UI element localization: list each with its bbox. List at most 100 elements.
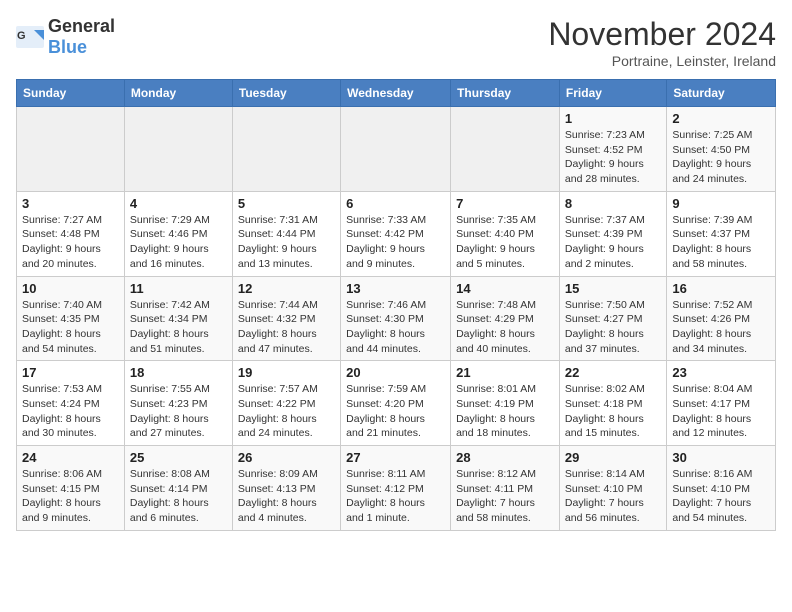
day-info: Sunrise: 7:25 AM Sunset: 4:50 PM Dayligh… (672, 128, 770, 187)
day-info: Sunrise: 7:40 AM Sunset: 4:35 PM Dayligh… (22, 298, 119, 357)
calendar-cell: 5 Sunrise: 7:31 AM Sunset: 4:44 PM Daylig… (232, 191, 340, 276)
weekday-header-saturday: Saturday (667, 80, 776, 107)
day-number: 18 (130, 365, 227, 380)
calendar-cell (124, 107, 232, 192)
day-info: Sunrise: 8:14 AM Sunset: 4:10 PM Dayligh… (565, 467, 661, 526)
day-info: Sunrise: 7:33 AM Sunset: 4:42 PM Dayligh… (346, 213, 445, 272)
day-number: 25 (130, 450, 227, 465)
calendar-cell: 2 Sunrise: 7:25 AM Sunset: 4:50 PM Daylig… (667, 107, 776, 192)
weekday-header-sunday: Sunday (17, 80, 125, 107)
logo-wordmark: General Blue (48, 16, 115, 58)
day-number: 15 (565, 281, 661, 296)
day-number: 4 (130, 196, 227, 211)
day-number: 9 (672, 196, 770, 211)
day-number: 16 (672, 281, 770, 296)
calendar-cell: 4 Sunrise: 7:29 AM Sunset: 4:46 PM Daylig… (124, 191, 232, 276)
calendar-cell: 21 Sunrise: 8:01 AM Sunset: 4:19 PM Dayli… (451, 361, 560, 446)
calendar-cell: 1 Sunrise: 7:23 AM Sunset: 4:52 PM Daylig… (559, 107, 666, 192)
calendar-cell: 3Sunrise: 7:27 AM Sunset: 4:48 PM Daylig… (17, 191, 125, 276)
day-number: 14 (456, 281, 554, 296)
calendar-cell: 16 Sunrise: 7:52 AM Sunset: 4:26 PM Dayli… (667, 276, 776, 361)
day-info: Sunrise: 8:04 AM Sunset: 4:17 PM Dayligh… (672, 382, 770, 441)
calendar-cell: 11 Sunrise: 7:42 AM Sunset: 4:34 PM Dayli… (124, 276, 232, 361)
day-info: Sunrise: 7:35 AM Sunset: 4:40 PM Dayligh… (456, 213, 554, 272)
day-number: 26 (238, 450, 335, 465)
calendar-cell: 6 Sunrise: 7:33 AM Sunset: 4:42 PM Daylig… (341, 191, 451, 276)
day-info: Sunrise: 8:16 AM Sunset: 4:10 PM Dayligh… (672, 467, 770, 526)
day-info: Sunrise: 7:37 AM Sunset: 4:39 PM Dayligh… (565, 213, 661, 272)
calendar-cell: 20Sunrise: 7:59 AM Sunset: 4:20 PM Dayli… (341, 361, 451, 446)
day-number: 17 (22, 365, 119, 380)
week-row-1: 1 Sunrise: 7:23 AM Sunset: 4:52 PM Daylig… (17, 107, 776, 192)
day-number: 7 (456, 196, 554, 211)
day-number: 22 (565, 365, 661, 380)
day-number: 11 (130, 281, 227, 296)
day-info: Sunrise: 7:44 AM Sunset: 4:32 PM Dayligh… (238, 298, 335, 357)
weekday-header-monday: Monday (124, 80, 232, 107)
week-row-4: 17 Sunrise: 7:53 AM Sunset: 4:24 PM Dayli… (17, 361, 776, 446)
day-info: Sunrise: 7:55 AM Sunset: 4:23 PM Dayligh… (130, 382, 227, 441)
calendar-cell: 15 Sunrise: 7:50 AM Sunset: 4:27 PM Dayli… (559, 276, 666, 361)
calendar-cell: 22 Sunrise: 8:02 AM Sunset: 4:18 PM Dayli… (559, 361, 666, 446)
calendar-cell: 28 Sunrise: 8:12 AM Sunset: 4:11 PM Dayli… (451, 446, 560, 531)
day-info: Sunrise: 7:29 AM Sunset: 4:46 PM Dayligh… (130, 213, 227, 272)
calendar-cell: 19 Sunrise: 7:57 AM Sunset: 4:22 PM Dayli… (232, 361, 340, 446)
weekday-header-thursday: Thursday (451, 80, 560, 107)
day-info: Sunrise: 7:52 AM Sunset: 4:26 PM Dayligh… (672, 298, 770, 357)
day-number: 28 (456, 450, 554, 465)
day-info: Sunrise: 7:42 AM Sunset: 4:34 PM Dayligh… (130, 298, 227, 357)
day-number: 20 (346, 365, 445, 380)
calendar-cell: 17 Sunrise: 7:53 AM Sunset: 4:24 PM Dayli… (17, 361, 125, 446)
day-info: Sunrise: 7:46 AM Sunset: 4:30 PM Dayligh… (346, 298, 445, 357)
calendar-cell: 26 Sunrise: 8:09 AM Sunset: 4:13 PM Dayli… (232, 446, 340, 531)
calendar-cell: 14Sunrise: 7:48 AM Sunset: 4:29 PM Dayli… (451, 276, 560, 361)
day-number: 23 (672, 365, 770, 380)
day-number: 10 (22, 281, 119, 296)
day-number: 12 (238, 281, 335, 296)
title-area: November 2024 Portraine, Leinster, Irela… (548, 16, 776, 69)
day-info: Sunrise: 8:09 AM Sunset: 4:13 PM Dayligh… (238, 467, 335, 526)
day-info: Sunrise: 8:11 AM Sunset: 4:12 PM Dayligh… (346, 467, 445, 526)
day-number: 21 (456, 365, 554, 380)
day-info: Sunrise: 7:53 AM Sunset: 4:24 PM Dayligh… (22, 382, 119, 441)
day-number: 2 (672, 111, 770, 126)
weekday-header-row: SundayMondayTuesdayWednesdayThursdayFrid… (17, 80, 776, 107)
location-subtitle: Portraine, Leinster, Ireland (548, 53, 776, 69)
calendar-cell: 23 Sunrise: 8:04 AM Sunset: 4:17 PM Dayli… (667, 361, 776, 446)
day-number: 19 (238, 365, 335, 380)
day-number: 27 (346, 450, 445, 465)
svg-text:G: G (17, 30, 26, 42)
calendar-cell: 27 Sunrise: 8:11 AM Sunset: 4:12 PM Dayli… (341, 446, 451, 531)
day-number: 30 (672, 450, 770, 465)
calendar-table: SundayMondayTuesdayWednesdayThursdayFrid… (16, 79, 776, 531)
calendar-cell: 24Sunrise: 8:06 AM Sunset: 4:15 PM Dayli… (17, 446, 125, 531)
logo-icon: G (16, 26, 44, 48)
calendar-cell: 18 Sunrise: 7:55 AM Sunset: 4:23 PM Dayli… (124, 361, 232, 446)
day-number: 6 (346, 196, 445, 211)
month-title: November 2024 (548, 16, 776, 53)
day-number: 3 (22, 196, 119, 211)
day-info: Sunrise: 7:23 AM Sunset: 4:52 PM Dayligh… (565, 128, 661, 187)
day-info: Sunrise: 7:31 AM Sunset: 4:44 PM Dayligh… (238, 213, 335, 272)
calendar-cell: 9 Sunrise: 7:39 AM Sunset: 4:37 PM Daylig… (667, 191, 776, 276)
week-row-5: 24Sunrise: 8:06 AM Sunset: 4:15 PM Dayli… (17, 446, 776, 531)
week-row-2: 3Sunrise: 7:27 AM Sunset: 4:48 PM Daylig… (17, 191, 776, 276)
day-info: Sunrise: 7:50 AM Sunset: 4:27 PM Dayligh… (565, 298, 661, 357)
day-info: Sunrise: 8:02 AM Sunset: 4:18 PM Dayligh… (565, 382, 661, 441)
calendar-cell: 29Sunrise: 8:14 AM Sunset: 4:10 PM Dayli… (559, 446, 666, 531)
day-info: Sunrise: 8:01 AM Sunset: 4:19 PM Dayligh… (456, 382, 554, 441)
calendar-cell (451, 107, 560, 192)
day-number: 8 (565, 196, 661, 211)
calendar-cell: 10 Sunrise: 7:40 AM Sunset: 4:35 PM Dayli… (17, 276, 125, 361)
day-number: 5 (238, 196, 335, 211)
day-info: Sunrise: 8:12 AM Sunset: 4:11 PM Dayligh… (456, 467, 554, 526)
day-number: 24 (22, 450, 119, 465)
calendar-cell: 7 Sunrise: 7:35 AM Sunset: 4:40 PM Daylig… (451, 191, 560, 276)
weekday-header-friday: Friday (559, 80, 666, 107)
week-row-3: 10 Sunrise: 7:40 AM Sunset: 4:35 PM Dayli… (17, 276, 776, 361)
day-info: Sunrise: 7:39 AM Sunset: 4:37 PM Dayligh… (672, 213, 770, 272)
day-number: 1 (565, 111, 661, 126)
page-header: G General Blue November 2024 Portraine, … (16, 16, 776, 69)
calendar-cell: 13Sunrise: 7:46 AM Sunset: 4:30 PM Dayli… (341, 276, 451, 361)
day-info: Sunrise: 7:57 AM Sunset: 4:22 PM Dayligh… (238, 382, 335, 441)
